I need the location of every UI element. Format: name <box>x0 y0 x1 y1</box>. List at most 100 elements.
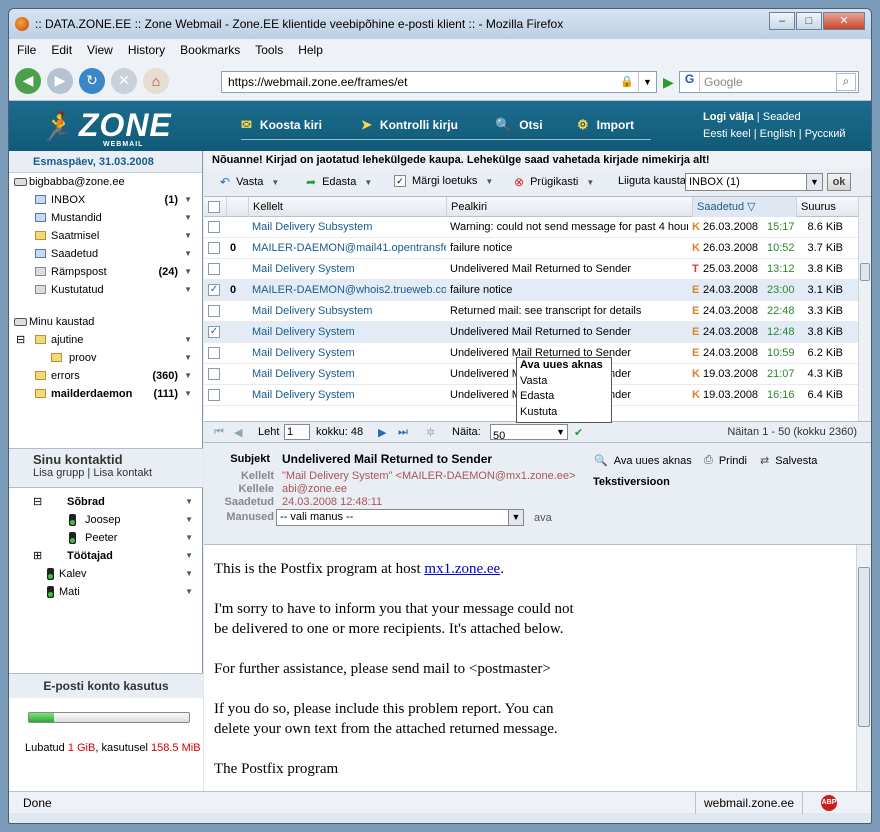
language-links[interactable]: Eesti keel | English | Русский <box>703 126 846 143</box>
message-row[interactable]: Mail Delivery Subsystem Warning: could no… <box>204 217 858 238</box>
home-icon[interactable]: ⌂ <box>143 67 169 94</box>
contact-item[interactable]: Peeter ▼ <box>9 529 203 547</box>
chevron-down-icon[interactable]: ▼ <box>185 583 193 601</box>
message-row[interactable]: Mail Delivery Subsystem Returned mail: se… <box>204 301 858 322</box>
folder-item[interactable]: Mustandid ▼ <box>9 209 202 227</box>
move-ok-button[interactable]: ok <box>827 173 851 191</box>
chevron-down-icon[interactable]: ▼ <box>185 529 193 547</box>
chevron-down-icon[interactable]: ▼ <box>184 349 192 367</box>
row-checkbox[interactable] <box>208 368 220 380</box>
search-icon[interactable]: ⌕ <box>836 73 856 91</box>
menu-view[interactable]: View <box>87 43 113 57</box>
select-all-checkbox[interactable] <box>208 201 220 213</box>
row-checkbox[interactable] <box>208 242 220 254</box>
chevron-down-icon[interactable]: ▼ <box>184 385 192 403</box>
chevron-down-icon[interactable]: ▼ <box>184 331 192 349</box>
chevron-down-icon[interactable]: ▼ <box>185 547 193 565</box>
menu-tools[interactable]: Tools <box>255 43 283 57</box>
col-from[interactable]: Kellelt <box>248 197 446 217</box>
col-size[interactable]: Suurus <box>796 197 858 217</box>
folder-item[interactable]: Saadetud ▼ <box>9 245 202 263</box>
forward-icon[interactable]: ▶ <box>47 67 73 94</box>
adblock-icon[interactable]: ABP <box>821 795 837 811</box>
logout-link[interactable]: Logi välja <box>703 111 754 123</box>
account-row[interactable]: bigbabba@zone.ee <box>9 173 202 191</box>
open-attachment-link[interactable]: ava <box>534 512 552 524</box>
close-button[interactable]: ✕ <box>823 12 865 30</box>
print-button[interactable]: ⎙ Prindi <box>704 454 747 467</box>
custom-folder-item[interactable]: mailderdaemon (111) ▼ <box>9 385 202 403</box>
first-page-icon[interactable]: ⏮ <box>214 426 224 439</box>
last-page-icon[interactable]: ⏭ <box>398 426 408 439</box>
contact-item[interactable]: Mati ▼ <box>9 583 203 601</box>
menu-help[interactable]: Help <box>298 43 323 57</box>
menu-edit[interactable]: Edit <box>51 43 72 57</box>
mark-read-button[interactable]: ✓ Märgi loetuks ▼ <box>394 175 493 187</box>
row-checkbox[interactable] <box>208 305 220 317</box>
show-select[interactable]: 50 ▼ <box>490 424 568 442</box>
forward-button[interactable]: ➦ Edasta ▼ <box>306 175 372 189</box>
my-folders-row[interactable]: Minu kaustad <box>9 313 202 331</box>
contacts-links[interactable]: Lisa grupp | Lisa kontakt <box>9 467 203 479</box>
menu-delete[interactable]: Kustuta <box>520 405 611 421</box>
list-scroll-thumb[interactable] <box>860 263 870 281</box>
menu-reply[interactable]: Vasta <box>520 374 611 390</box>
collapse-icon[interactable]: ⊟ <box>33 493 42 511</box>
body-scrollbar[interactable] <box>856 545 871 791</box>
folder-item[interactable]: Rämpspost (24) ▼ <box>9 263 202 281</box>
chevron-down-icon[interactable]: ▼ <box>184 209 192 227</box>
col-date[interactable]: Saadetud ▽ <box>692 197 796 217</box>
chevron-down-icon[interactable]: ▼ <box>185 511 193 529</box>
row-checkbox[interactable] <box>208 221 220 233</box>
apply-icon[interactable]: ✔ <box>574 426 583 439</box>
chevron-down-icon[interactable]: ▼ <box>184 227 192 245</box>
chevron-down-icon[interactable]: ▼ <box>184 191 192 209</box>
url-bar[interactable]: https://webmail.zone.ee/frames/et 🔒 ▼ <box>221 71 657 93</box>
custom-folder-item[interactable]: errors (360) ▼ <box>9 367 202 385</box>
folder-item[interactable]: Kustutatud ▼ <box>9 281 202 299</box>
chevron-down-icon[interactable]: ▼ <box>184 263 192 281</box>
next-page-icon[interactable]: ▶ <box>378 426 386 439</box>
refresh-icon[interactable]: ✲ <box>426 426 435 439</box>
back-icon[interactable]: ◀ <box>15 67 41 94</box>
open-new-window-button[interactable]: 🔍 Ava uues aknas <box>594 454 692 468</box>
chevron-down-icon[interactable]: ▼ <box>184 367 192 385</box>
chevron-down-icon[interactable]: ▼ <box>185 493 193 511</box>
col-subject[interactable]: Pealkiri <box>446 197 692 217</box>
url-dropdown-icon[interactable]: ▼ <box>638 72 656 92</box>
menu-forward[interactable]: Edasta <box>520 389 611 405</box>
host-link[interactable]: mx1.zone.ee <box>424 561 500 577</box>
row-checkbox[interactable] <box>208 347 220 359</box>
compose-button[interactable]: ✉ Koosta kiri <box>241 117 322 133</box>
row-checkbox[interactable] <box>208 263 220 275</box>
chevron-down-icon[interactable]: ▼ <box>184 245 192 263</box>
search-button[interactable]: 🔍 Otsi <box>495 117 543 133</box>
chevron-down-icon[interactable]: ▼ <box>185 565 193 583</box>
list-scrollbar[interactable] <box>858 197 871 421</box>
contact-group[interactable]: ⊟ Sõbrad ▼ <box>9 493 203 511</box>
message-row[interactable]: 0 MAILER-DAEMON@mail41.opentransfer.com fa… <box>204 238 858 259</box>
row-checkbox[interactable] <box>208 389 220 401</box>
prev-page-icon[interactable]: ◀ <box>234 426 242 439</box>
menu-file[interactable]: File <box>17 43 36 57</box>
attachment-select[interactable]: -- vali manus -- ▼ <box>276 509 524 526</box>
go-icon[interactable]: ▶ <box>663 74 674 91</box>
reload-icon[interactable]: ↻ <box>79 67 105 94</box>
settings-link[interactable]: Seaded <box>763 111 801 123</box>
menu-history[interactable]: History <box>128 43 165 57</box>
reply-button[interactable]: ↶ Vasta ▼ <box>220 175 279 189</box>
folder-item[interactable]: Saatmisel ▼ <box>9 227 202 245</box>
custom-folder-item[interactable]: ⊟ ajutine ▼ <box>9 331 202 349</box>
message-row[interactable]: ✓ Mail Delivery System Undelivered Mail Re… <box>204 322 858 343</box>
text-version-link[interactable]: Tekstiversioon <box>593 476 670 488</box>
expand-icon[interactable]: ⊞ <box>33 547 42 565</box>
folder-item[interactable]: INBOX (1) ▼ <box>9 191 202 209</box>
search-input[interactable]: G Google ⌕ <box>679 71 859 93</box>
menu-open-new[interactable]: Ava uues aknas <box>520 358 611 374</box>
body-scroll-thumb[interactable] <box>858 567 870 727</box>
contact-item[interactable]: Joosep ▼ <box>9 511 203 529</box>
row-checkbox[interactable]: ✓ <box>208 284 220 296</box>
trash-button[interactable]: ⊗ Prügikasti ▼ <box>514 175 594 189</box>
collapse-icon[interactable]: ⊟ <box>16 331 25 349</box>
chevron-down-icon[interactable]: ▼ <box>184 281 192 299</box>
